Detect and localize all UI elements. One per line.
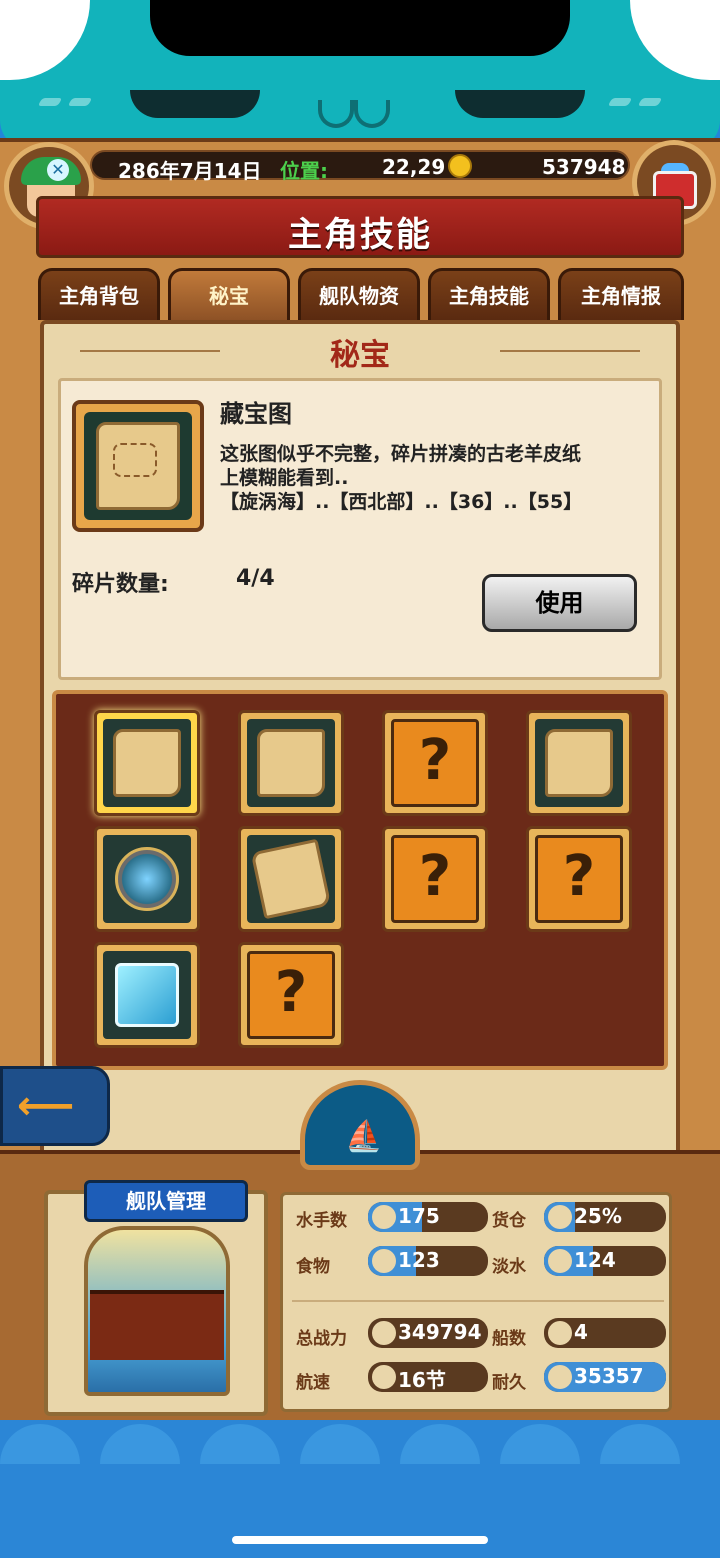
treasure-map-icon	[545, 729, 613, 797]
inventory-slot[interactable]	[94, 826, 200, 932]
stat-bar-water: 124	[544, 1246, 666, 1276]
section-title: 秘宝	[330, 338, 390, 373]
tab-backpack[interactable]: 主角背包	[38, 268, 160, 320]
sailor-icon	[372, 1205, 396, 1229]
tab-fleet-supplies[interactable]: 舰队物资	[298, 268, 420, 320]
stat-bar-power: 349794	[368, 1318, 488, 1348]
position-label: 位置:	[280, 159, 328, 183]
cat-stripe	[637, 98, 663, 106]
stat-value: 16节	[398, 1368, 446, 1392]
ship-count-icon	[548, 1321, 572, 1345]
treasure-map-icon	[96, 422, 180, 510]
unknown-icon: ?	[562, 844, 596, 909]
game-screen: 286年7月14日 位置: 22,29 537948 ✕ 主角技能 主角背包 秘…	[0, 0, 720, 1558]
inventory-slot[interactable]	[94, 710, 200, 816]
stat-label-sailors: 水手数	[296, 1211, 347, 1231]
inventory-slot[interactable]	[526, 710, 632, 816]
desc-line: 这张图似乎不完整，碎片拼凑的古老羊皮纸	[220, 443, 582, 465]
cat-mouth	[318, 100, 394, 132]
boat-speed-icon	[372, 1365, 396, 1389]
fleet-management-banner[interactable]: 舰队管理	[84, 1180, 248, 1222]
stat-value: 349794	[398, 1320, 482, 1344]
cat-eye-right	[455, 90, 585, 118]
meat-icon	[372, 1249, 396, 1273]
tab-bar: 主角背包 秘宝 舰队物资 主角技能 主角情报	[38, 268, 684, 320]
stat-bar-cargo: 25%	[544, 1202, 666, 1232]
position-value: 22,29	[382, 155, 446, 179]
compass-icon	[115, 847, 179, 911]
inventory-slot[interactable]	[94, 942, 200, 1048]
inventory-slot[interactable]: ?	[526, 826, 632, 932]
treasure-map-icon	[257, 729, 325, 797]
stat-value: 4	[574, 1320, 588, 1344]
cat-ear-left	[0, 0, 90, 80]
inventory-slot[interactable]	[238, 826, 344, 932]
unknown-icon: ?	[418, 728, 452, 793]
stat-label-water: 淡水	[492, 1257, 526, 1277]
item-description: 这张图似乎不完整，碎片拼凑的古老羊皮纸 上模糊能看到.. 【旋涡海】..【西北部…	[220, 442, 660, 514]
durability-icon	[548, 1365, 572, 1389]
back-button[interactable]: ⟵	[0, 1066, 110, 1146]
stat-label-durability: 耐久	[492, 1373, 526, 1393]
stat-value: 123	[398, 1248, 440, 1272]
inventory-slot[interactable]: ?	[382, 826, 488, 932]
cat-ear-right	[630, 0, 720, 80]
selected-item-frame	[72, 400, 204, 532]
stat-bar-speed: 16节	[368, 1362, 488, 1392]
arrow-left-icon: ⟵	[17, 1083, 75, 1129]
tab-skills[interactable]: 主角技能	[428, 268, 550, 320]
page-title: 主角技能	[288, 215, 432, 255]
ship-hull	[90, 1290, 224, 1360]
treasure-map-icon	[113, 729, 181, 797]
crate-icon	[548, 1205, 572, 1229]
ship-icon: ⛵	[345, 1119, 383, 1154]
water-icon	[548, 1249, 572, 1273]
cat-eye-left	[130, 90, 260, 118]
inventory-grid: ? ? ? ?	[52, 690, 668, 1070]
tab-info[interactable]: 主角情报	[558, 268, 684, 320]
fragment-count-label: 碎片数量:	[72, 572, 169, 597]
inventory-slot[interactable]	[238, 710, 344, 816]
stat-bar-ships: 4	[544, 1318, 666, 1348]
phone-notch	[150, 0, 570, 56]
stat-label-power: 总战力	[296, 1329, 347, 1349]
stat-value: 124	[574, 1248, 616, 1272]
tab-treasure[interactable]: 秘宝	[168, 268, 290, 320]
stat-bar-sailors: 175	[368, 1202, 488, 1232]
gold-coin-icon	[448, 154, 472, 178]
use-button[interactable]: 使用	[482, 574, 637, 632]
map-fragment-icon	[250, 838, 332, 920]
crossed-swords-icon	[372, 1321, 396, 1345]
cat-stripe	[37, 98, 63, 106]
stat-label-speed: 航速	[296, 1373, 330, 1393]
home-indicator[interactable]	[232, 1536, 488, 1544]
ice-cube-icon	[115, 963, 179, 1027]
stat-bar-durability: 35357	[544, 1362, 666, 1392]
title-bar: 主角技能	[36, 196, 684, 258]
cat-stripe	[607, 98, 633, 106]
status-bar: 286年7月14日 位置: 22,29 537948	[90, 150, 630, 183]
stat-label-ships: 船数	[492, 1329, 526, 1349]
date-text: 286年7月14日	[118, 159, 262, 183]
unknown-icon: ?	[274, 960, 308, 1025]
skull-badge-icon: ✕	[47, 159, 69, 181]
stat-value: 25%	[574, 1204, 622, 1228]
desc-line: 【旋涡海】..【西北部】..【36】..【55】	[220, 491, 583, 513]
stats-divider	[292, 1300, 664, 1302]
stat-value: 175	[398, 1204, 440, 1228]
stat-value: 35357	[574, 1364, 644, 1388]
stat-label-cargo: 货仓	[492, 1211, 526, 1231]
desc-line: 上模糊能看到..	[220, 467, 349, 489]
stat-label-food: 食物	[296, 1257, 330, 1277]
fragment-count-value: 4/4	[236, 566, 275, 591]
cat-stripe	[67, 98, 93, 106]
stat-bar-food: 123	[368, 1246, 488, 1276]
inventory-slot[interactable]: ?	[238, 942, 344, 1048]
unknown-icon: ?	[418, 844, 452, 909]
inventory-slot[interactable]: ?	[382, 710, 488, 816]
item-name: 藏宝图	[220, 400, 292, 428]
gold-amount: 537948	[542, 155, 626, 179]
cat-banner	[0, 0, 720, 150]
